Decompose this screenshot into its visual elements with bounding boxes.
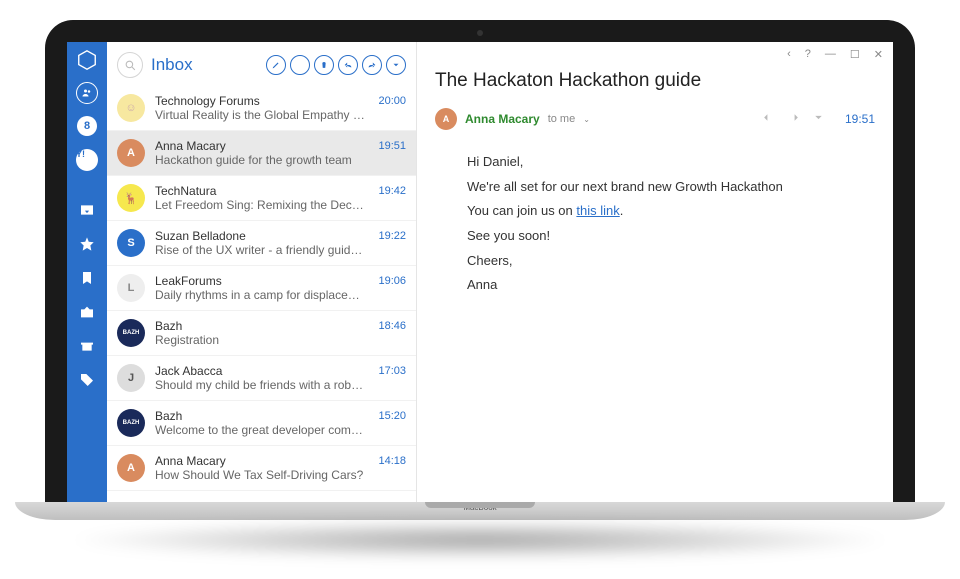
download-icon[interactable]	[290, 55, 310, 75]
time: 19:22	[378, 229, 406, 242]
time: 18:46	[378, 319, 406, 332]
laptop-base: MacBook	[15, 502, 945, 520]
avatar: J	[117, 364, 145, 392]
time: 17:03	[378, 364, 406, 377]
folder-title: Inbox	[151, 55, 193, 75]
sender: Jack Abacca	[155, 364, 368, 378]
subject: Daily rhythms in a camp for displaced pe…	[155, 288, 365, 302]
camera-dot	[477, 30, 483, 36]
subject: Welcome to the great developer commu…	[155, 423, 365, 437]
time: 19:06	[378, 274, 406, 287]
message-list[interactable]: ☺ Technology ForumsVirtual Reality is the…	[107, 86, 416, 502]
avatar: BAZH	[117, 409, 145, 437]
delete-icon[interactable]	[314, 55, 334, 75]
back-button[interactable]: ‹	[787, 48, 791, 60]
avatar: A	[117, 139, 145, 167]
sender: Anna Macary	[155, 454, 368, 468]
message-time: 19:51	[845, 112, 875, 126]
time: 19:42	[378, 184, 406, 197]
archive-icon[interactable]	[75, 334, 99, 358]
bookmark-icon[interactable]	[75, 266, 99, 290]
sender: LeakForums	[155, 274, 368, 288]
message-row[interactable]: J Jack AbaccaShould my child be friends w…	[107, 356, 416, 401]
message-body: Hi Daniel, We're all set for our next br…	[417, 136, 893, 298]
minimize-button[interactable]: —	[825, 48, 836, 60]
body-line: Cheers,	[467, 249, 875, 274]
message-row[interactable]: A Anna MacaryHackathon guide for the grow…	[107, 131, 416, 176]
avatar: ☺	[117, 94, 145, 122]
tags-icon[interactable]	[75, 368, 99, 392]
dropdown-icon[interactable]	[386, 55, 406, 75]
message-subject: The Hackaton Hackathon guide	[417, 66, 893, 102]
app-screen: 8 Y! Inbox	[67, 42, 893, 502]
reading-pane: ‹ ? — ☐ ✕ The Hackaton Hackathon guide A…	[417, 42, 893, 502]
forward-icon[interactable]	[362, 55, 382, 75]
recipient-label: to me	[548, 113, 576, 125]
laptop-mockup: 8 Y! Inbox	[45, 20, 915, 560]
body-line: We're all set for our next brand new Gro…	[467, 175, 875, 200]
message-row[interactable]: A Anna MacaryHow Should We Tax Self-Drivi…	[107, 446, 416, 491]
message-row[interactable]: BAZH BazhRegistration 18:46	[107, 311, 416, 356]
help-button[interactable]: ?	[805, 48, 811, 60]
inbox-icon[interactable]	[75, 198, 99, 222]
avatar: L	[117, 274, 145, 302]
time: 20:00	[378, 94, 406, 107]
subject: Should my child be friends with a robot…	[155, 378, 365, 392]
message-row[interactable]: L LeakForumsDaily rhythms in a camp for d…	[107, 266, 416, 311]
account-google[interactable]: 8	[77, 116, 97, 136]
sender: Bazh	[155, 409, 368, 423]
avatar: S	[117, 229, 145, 257]
contacts-icon[interactable]	[76, 82, 98, 104]
sender: TechNatura	[155, 184, 368, 198]
time: 14:18	[378, 454, 406, 467]
body-line: You can join us on this link.	[467, 199, 875, 224]
subject: Rise of the UX writer - a friendly guide…	[155, 243, 365, 257]
subject: How Should We Tax Self-Driving Cars?	[155, 468, 365, 482]
time: 15:20	[378, 409, 406, 422]
sender-name: Anna Macary	[465, 112, 540, 126]
compose-icon[interactable]	[266, 55, 286, 75]
body-line: See you soon!	[467, 224, 875, 249]
subject: Hackathon guide for the growth team	[155, 153, 365, 167]
body-line: Hi Daniel,	[467, 150, 875, 175]
subject: Registration	[155, 333, 365, 347]
maximize-button[interactable]: ☐	[850, 48, 860, 61]
reply-icon[interactable]	[338, 55, 358, 75]
sender: Anna Macary	[155, 139, 368, 153]
account-yahoo[interactable]: Y!	[76, 149, 98, 171]
sender: Suzan Belladone	[155, 229, 368, 243]
close-button[interactable]: ✕	[874, 48, 883, 61]
message-row[interactable]: BAZH BazhWelcome to the great developer c…	[107, 401, 416, 446]
outbox-icon[interactable]	[75, 300, 99, 324]
search-button[interactable]	[117, 52, 143, 78]
body-link[interactable]: this link	[576, 203, 619, 218]
sender-avatar: A	[435, 108, 457, 130]
reply-arrow-icon[interactable]	[762, 111, 775, 127]
avatar: A	[117, 454, 145, 482]
sender: Technology Forums	[155, 94, 368, 108]
subject: Virtual Reality is the Global Empathy Ma…	[155, 108, 365, 122]
message-row[interactable]: ☺ Technology ForumsVirtual Reality is the…	[107, 86, 416, 131]
body-line: Anna	[467, 273, 875, 298]
avatar: BAZH	[117, 319, 145, 347]
subject: Let Freedom Sing: Remixing the Declarati…	[155, 198, 365, 212]
more-dropdown-icon[interactable]	[812, 111, 825, 127]
message-row[interactable]: S Suzan BelladoneRise of the UX writer - …	[107, 221, 416, 266]
message-row[interactable]: 🦌 TechNaturaLet Freedom Sing: Remixing th…	[107, 176, 416, 221]
list-toolbar	[266, 55, 406, 75]
forward-arrow-icon[interactable]	[787, 111, 800, 127]
time: 19:51	[378, 139, 406, 152]
sidebar-rail: 8 Y!	[67, 42, 107, 502]
app-logo-icon[interactable]	[75, 48, 99, 72]
avatar: 🦌	[117, 184, 145, 212]
message-list-column: Inbox ☺ Technology ForumsVirtual Reality …	[107, 42, 417, 502]
starred-icon[interactable]	[75, 232, 99, 256]
sender: Bazh	[155, 319, 368, 333]
recipient-dropdown-icon[interactable]: ⌄	[583, 115, 590, 124]
window-controls: ‹ ? — ☐ ✕	[417, 42, 893, 66]
